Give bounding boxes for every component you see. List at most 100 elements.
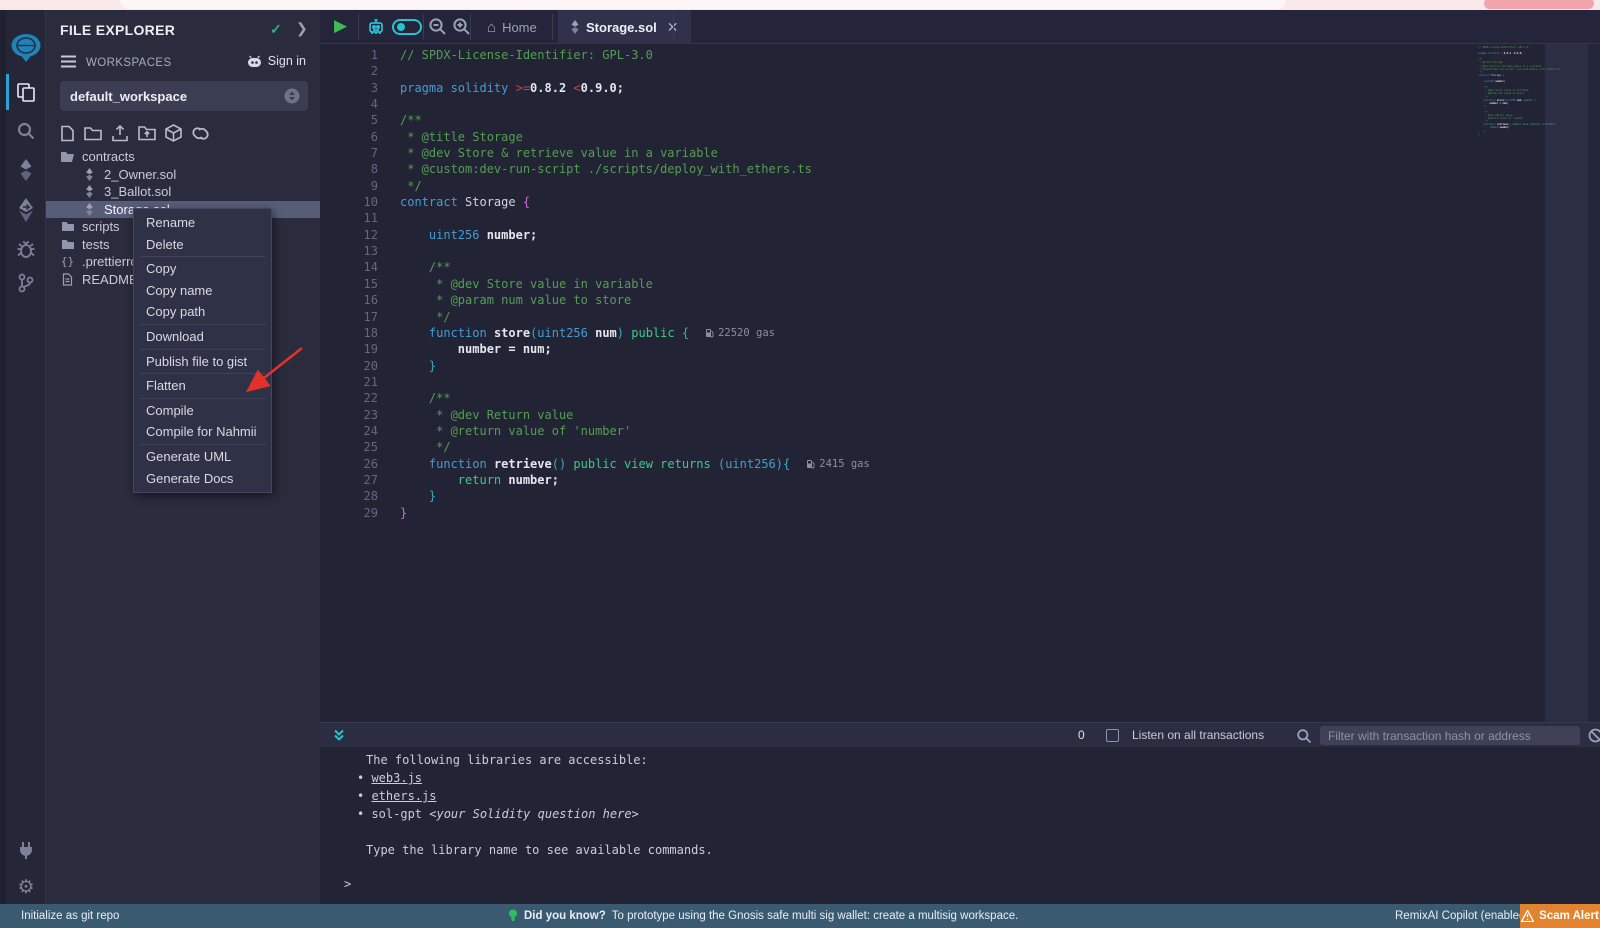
menu-item-download[interactable]: Download [134, 326, 271, 348]
chevron-right-icon[interactable]: ❯ [296, 20, 308, 37]
listen-transactions-checkbox[interactable] [1106, 729, 1119, 742]
workspaces-label: WORKSPACES [86, 57, 172, 69]
copilot-toggle[interactable] [392, 19, 422, 35]
line-number: 11 [320, 210, 378, 226]
minimap-slider[interactable] [1545, 44, 1588, 722]
solidity-icon [82, 185, 97, 198]
terminal-output[interactable]: The following libraries are accessible:•… [320, 747, 1600, 904]
code-line-8: * @custom:dev-run-script ./scripts/deplo… [400, 161, 870, 177]
code-content: // SPDX-License-Identifier: GPL-3.0 pragm… [400, 47, 870, 521]
workspace-select[interactable]: default_workspace [60, 81, 308, 111]
code-line-13 [400, 243, 870, 259]
menu-item-rename[interactable]: Rename [134, 212, 271, 234]
toggle-knob [397, 23, 405, 31]
line-number: 16 [320, 292, 378, 308]
menu-item-compile-for-nahmii[interactable]: Compile for Nahmii [134, 421, 271, 443]
scam-alert-button[interactable]: Scam Alert [1520, 904, 1600, 928]
settings-gear-icon[interactable]: ⚙ [6, 874, 46, 900]
remix-logo-icon[interactable] [6, 30, 46, 66]
line-number: 1 [320, 47, 378, 63]
line-number: 5 [320, 112, 378, 128]
zoom-in-icon[interactable] [452, 17, 471, 41]
tree-item-2-owner-sol[interactable]: 2_Owner.sol [46, 166, 320, 184]
terminal-line [320, 823, 1600, 841]
tab-home[interactable]: ⌂ Home [475, 10, 549, 44]
code-line-19: number = num; [400, 341, 870, 357]
file-explorer-icon[interactable] [6, 76, 46, 108]
terminal-search-icon[interactable] [1296, 728, 1312, 749]
git-icon[interactable] [6, 268, 46, 298]
zoom-out-icon[interactable] [428, 17, 447, 41]
line-number: 2 [320, 63, 378, 79]
line-number: 28 [320, 488, 378, 504]
line-number: 21 [320, 374, 378, 390]
bullet: • [357, 807, 371, 821]
bullet: • [357, 789, 371, 803]
terminal-line: • sol-gpt <your Solidity question here> [320, 805, 1600, 823]
terminal-link[interactable]: ethers.js [371, 789, 436, 803]
code-line-24: * @return value of 'number' [400, 423, 870, 439]
home-icon: ⌂ [487, 19, 496, 36]
code-line-2 [400, 63, 870, 79]
code-line-3: pragma solidity >=0.8.2 <0.9.0; [400, 80, 870, 96]
minimap[interactable]: // SPDX-License-Identifier: GPL-3.0 prag… [1478, 46, 1560, 136]
git-init-status[interactable]: Initialize as git repo [21, 910, 119, 922]
tree-item-label: .prettierrc [82, 254, 137, 269]
terminal-link[interactable]: web3.js [371, 771, 422, 785]
menu-item-generate-docs[interactable]: Generate Docs [134, 468, 271, 490]
menu-item-delete[interactable]: Delete [134, 234, 271, 256]
line-number: 3 [320, 80, 378, 96]
menu-item-compile[interactable]: Compile [134, 400, 271, 422]
search-plugin-icon[interactable] [6, 116, 46, 146]
terminal-header: 0 Listen on all transactions [320, 722, 1600, 747]
menu-item-copy-name[interactable]: Copy name [134, 280, 271, 302]
new-file-icon[interactable] [60, 125, 75, 142]
menu-item-generate-uml[interactable]: Generate UML [134, 446, 271, 468]
menu-divider [140, 324, 265, 325]
copilot-status[interactable]: RemixAI Copilot (enabled) [1395, 910, 1529, 922]
code-editor[interactable]: 1234567891011121314151617181920212223242… [320, 44, 1600, 722]
menu-item-copy-path[interactable]: Copy path [134, 301, 271, 323]
folder-icon [60, 239, 75, 250]
run-script-play-icon[interactable]: ▶ [334, 16, 347, 36]
new-folder-icon[interactable] [84, 126, 102, 141]
ipfs-cube-icon[interactable] [165, 124, 182, 142]
hamburger-menu-icon[interactable] [60, 54, 77, 69]
sign-in-button[interactable]: Sign in [247, 54, 306, 68]
debugger-icon[interactable] [6, 234, 46, 264]
line-number: 20 [320, 358, 378, 374]
code-line-1: // SPDX-License-Identifier: GPL-3.0 [400, 47, 870, 63]
expand-terminal-icon[interactable] [332, 728, 346, 747]
separator [673, 14, 674, 40]
tree-item-label: scripts [82, 219, 120, 234]
terminal-prompt[interactable]: > [344, 877, 351, 891]
upload-folder-icon[interactable] [138, 125, 156, 141]
tab-storage-sol[interactable]: Storage.sol ✕ [558, 10, 691, 44]
browser-chrome-strip [0, 0, 1600, 10]
menu-item-publish-file-to-gist[interactable]: Publish file to gist [134, 351, 271, 373]
line-number: 4 [320, 96, 378, 112]
line-number: 8 [320, 161, 378, 177]
browser-addressbar-remnant [120, 0, 1286, 9]
solidity-file-icon [570, 20, 580, 34]
tree-item-3-ballot-sol[interactable]: 3_Ballot.sol [46, 183, 320, 201]
transaction-filter-input[interactable] [1320, 726, 1580, 745]
gas-estimate-badge: 2415 gas [806, 456, 870, 472]
warning-triangle-icon [1521, 910, 1534, 922]
tree-item-contracts[interactable]: contracts [46, 148, 320, 166]
menu-item-flatten[interactable]: Flatten [134, 375, 271, 397]
code-line-27: return number; [400, 472, 870, 488]
clear-console-icon[interactable] [1588, 728, 1600, 748]
code-line-14: /** [400, 259, 870, 275]
deploy-run-icon[interactable] [6, 194, 46, 226]
upload-file-icon[interactable] [111, 125, 129, 142]
ai-robot-icon[interactable] [366, 17, 386, 42]
line-number: 17 [320, 309, 378, 325]
line-number: 14 [320, 259, 378, 275]
solidity-compiler-icon[interactable] [6, 154, 46, 186]
tree-item-label: 2_Owner.sol [104, 167, 176, 182]
plugin-manager-icon[interactable] [6, 836, 46, 864]
import-link-icon[interactable] [191, 126, 210, 141]
menu-item-copy[interactable]: Copy [134, 258, 271, 280]
folder-open-icon [60, 151, 75, 163]
